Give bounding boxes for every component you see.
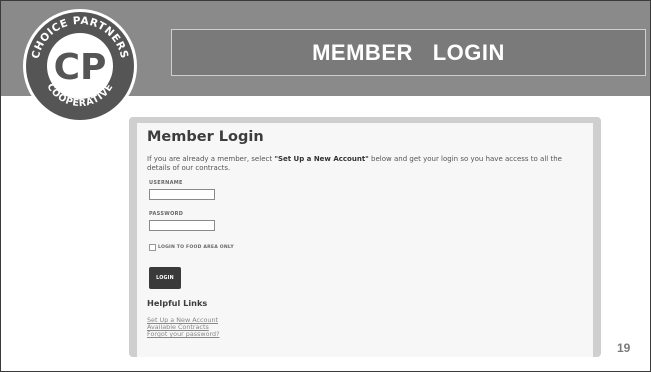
food-area-checkbox-row[interactable]: LOGIN TO FOOD AREA ONLY bbox=[149, 244, 234, 251]
logo-monogram: CP bbox=[54, 47, 107, 88]
food-area-checkbox[interactable] bbox=[149, 244, 156, 251]
helpful-links-heading: Helpful Links bbox=[147, 298, 208, 308]
link-forgot-password[interactable]: Forgot your password? bbox=[147, 331, 220, 338]
member-login-heading: Member Login bbox=[147, 129, 264, 145]
helpful-links-list: Set Up a New Account Available Contracts… bbox=[147, 317, 220, 338]
login-button[interactable]: LOGIN bbox=[149, 267, 181, 289]
username-label: USERNAME bbox=[149, 180, 183, 186]
slide-title: MEMBER LOGIN bbox=[312, 39, 505, 65]
password-label: PASSWORD bbox=[149, 211, 184, 217]
login-screenshot: Member Login If you are already a member… bbox=[129, 117, 601, 357]
username-input[interactable] bbox=[149, 189, 215, 200]
intro-bold: "Set Up a New Account" bbox=[274, 155, 369, 163]
title-box: MEMBER LOGIN bbox=[171, 29, 646, 76]
food-area-checkbox-label: LOGIN TO FOOD AREA ONLY bbox=[158, 245, 234, 250]
page-number: 19 bbox=[617, 341, 631, 355]
intro-before: If you are already a member, select bbox=[147, 155, 275, 163]
slide: MEMBER LOGIN CHOICE PARTNERS COOPERATIVE… bbox=[0, 0, 651, 372]
choice-partners-logo: CHOICE PARTNERS COOPERATIVE CP bbox=[23, 9, 137, 123]
password-input[interactable] bbox=[149, 220, 215, 231]
intro-text: If you are already a member, select "Set… bbox=[147, 155, 587, 172]
login-panel: Member Login If you are already a member… bbox=[137, 123, 593, 357]
